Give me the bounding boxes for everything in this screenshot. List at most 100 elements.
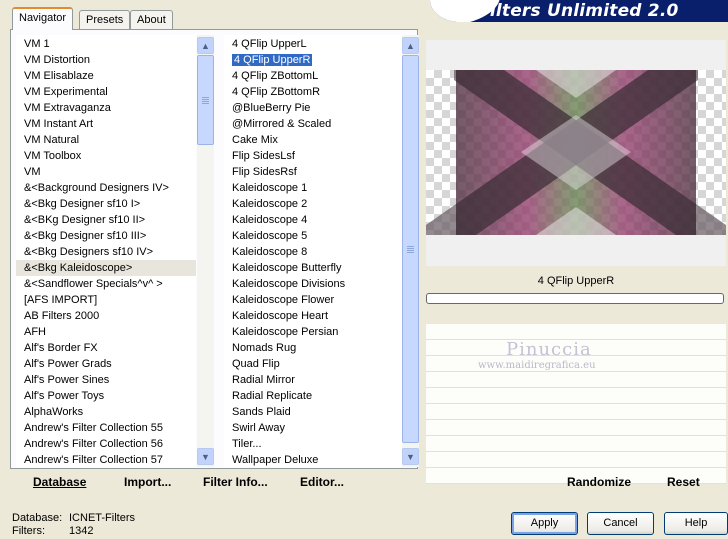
category-item[interactable]: &<Bkg Designers sf10 IV> [16, 244, 196, 260]
category-item-label: AFH [24, 326, 46, 338]
category-item[interactable]: AlphaWorks [16, 404, 196, 420]
filter-item[interactable]: 4 QFlip ZBottomL [224, 68, 402, 84]
filter-item[interactable]: Radial Mirror [224, 372, 402, 388]
filter-info-button[interactable]: Filter Info... [203, 475, 268, 489]
filter-item[interactable]: Cake Mix [224, 132, 402, 148]
category-item[interactable]: &<BKg Designer sf10 II> [16, 212, 196, 228]
filter-item-label: Kaleidoscope Butterfly [232, 262, 342, 274]
category-item-label: [AFS IMPORT] [24, 294, 98, 306]
scroll-down-button[interactable]: ▼ [197, 448, 214, 465]
filter-item[interactable]: Flip SidesLsf [224, 148, 402, 164]
category-item[interactable]: &<Bkg Designer sf10 I> [16, 196, 196, 212]
category-item-label: &<Bkg Kaleidoscope> [24, 262, 133, 274]
filter-item[interactable]: Kaleidoscope 2 [224, 196, 402, 212]
filter-item[interactable]: Sands Plaid [224, 404, 402, 420]
category-item[interactable]: Alf's Power Grads [16, 356, 196, 372]
scroll-down-button[interactable]: ▼ [402, 448, 419, 465]
parameter-slot [426, 372, 726, 388]
filter-item[interactable]: Radial Replicate [224, 388, 402, 404]
scroll-thumb[interactable] [197, 55, 214, 145]
category-item[interactable]: Alf's Power Sines [16, 372, 196, 388]
filter-item[interactable]: Tiler... [224, 436, 402, 452]
filter-list[interactable]: 4 QFlip UpperL 4 QFlip UpperR 4 QFlip ZBot… [224, 35, 402, 467]
category-item-label: VM [24, 166, 41, 178]
filter-item[interactable]: Quad Flip [224, 356, 402, 372]
filter-item[interactable]: Kaleidoscope Flower [224, 292, 402, 308]
category-item[interactable]: VM Elisablaze [16, 68, 196, 84]
filter-item[interactable]: @BlueBerry Pie [224, 100, 402, 116]
filter-item-label: Kaleidoscope Divisions [232, 278, 346, 290]
filter-item-label: Wallpaper Deluxe [232, 454, 319, 466]
filter-scrollbar[interactable]: ▲ ▼ [402, 35, 419, 467]
category-item-label: VM Experimental [24, 86, 108, 98]
filter-item[interactable]: Kaleidoscope 5 [224, 228, 402, 244]
category-item[interactable]: &<Background Designers IV> [16, 180, 196, 196]
category-item[interactable]: VM Experimental [16, 84, 196, 100]
filter-item[interactable]: Kaleidoscope Persian [224, 324, 402, 340]
filter-item[interactable]: Kaleidoscope 4 [224, 212, 402, 228]
filter-item[interactable]: Kaleidoscope Butterfly [224, 260, 402, 276]
filter-item[interactable]: Nomads Rug [224, 340, 402, 356]
filters-count-value: 1342 [69, 525, 94, 537]
category-scrollbar[interactable]: ▲ ▼ [197, 35, 214, 467]
filter-item[interactable]: 4 QFlip UpperL [224, 36, 402, 52]
filter-item-label: Kaleidoscope 2 [232, 198, 308, 210]
parameter-slot [426, 324, 726, 340]
category-list[interactable]: VM 1 VM Distortion VM Elisablaze VM Experim… [16, 35, 196, 467]
category-item[interactable]: VM Extravaganza [16, 100, 196, 116]
scroll-up-button[interactable]: ▲ [402, 37, 419, 54]
chevron-down-icon: ▼ [201, 451, 210, 462]
category-item[interactable]: Andrew's Filter Collection 57 [16, 452, 196, 467]
category-item[interactable]: VM Distortion [16, 52, 196, 68]
help-button[interactable]: Help [664, 512, 728, 535]
watermark-url: www.maidiregrafica.eu [478, 360, 596, 371]
filter-item[interactable]: Kaleidoscope Divisions [224, 276, 402, 292]
filter-item[interactable]: Flip SidesRsf [224, 164, 402, 180]
tab-about[interactable]: About [130, 10, 173, 30]
apply-button[interactable]: Apply [511, 512, 578, 535]
chevron-up-icon: ▲ [201, 40, 210, 51]
chevron-down-icon: ▼ [406, 451, 415, 462]
filter-item[interactable]: Kaleidoscope Heart [224, 308, 402, 324]
category-item-label: Alf's Power Grads [24, 358, 112, 370]
filters-count-label: Filters: [12, 525, 45, 537]
filter-item[interactable]: Kaleidoscope 1 [224, 180, 402, 196]
tab-presets[interactable]: Presets [79, 10, 131, 30]
category-item[interactable]: &<Bkg Kaleidoscope> [16, 260, 196, 276]
category-item[interactable]: AFH [16, 324, 196, 340]
category-item[interactable]: Andrew's Filter Collection 56 [16, 436, 196, 452]
tab-navigator[interactable]: Navigator [12, 7, 74, 30]
category-item[interactable]: &<Sandflower Specials^v^ > [16, 276, 196, 292]
category-item[interactable]: &<Bkg Designer sf10 III> [16, 228, 196, 244]
preview-pattern [426, 70, 726, 235]
database-value: ICNET-Filters [69, 512, 135, 524]
scroll-up-button[interactable]: ▲ [197, 37, 214, 54]
database-button[interactable]: Database [33, 475, 86, 489]
reset-button[interactable]: Reset [667, 475, 700, 489]
import-button[interactable]: Import... [124, 475, 171, 489]
filter-item[interactable]: 4 QFlip UpperR [224, 52, 402, 68]
category-item[interactable]: VM Natural [16, 132, 196, 148]
category-item[interactable]: VM 1 [16, 36, 196, 52]
progress-bar [426, 293, 724, 304]
filter-item[interactable]: Wallpaper Deluxe [224, 452, 402, 467]
category-item[interactable]: Alf's Border FX [16, 340, 196, 356]
category-item[interactable]: AB Filters 2000 [16, 308, 196, 324]
scroll-thumb[interactable] [402, 55, 419, 443]
editor-button[interactable]: Editor... [300, 475, 344, 489]
randomize-button[interactable]: Randomize [567, 475, 631, 489]
preview-image[interactable] [426, 70, 726, 235]
category-item-label: &<Sandflower Specials^v^ > [24, 278, 163, 290]
cancel-button[interactable]: Cancel [587, 512, 654, 535]
filter-item[interactable]: Swirl Away [224, 420, 402, 436]
category-item[interactable]: [AFS IMPORT] [16, 292, 196, 308]
filter-item[interactable]: 4 QFlip ZBottomR [224, 84, 402, 100]
category-item[interactable]: Alf's Power Toys [16, 388, 196, 404]
category-item[interactable]: Andrew's Filter Collection 55 [16, 420, 196, 436]
filter-item[interactable]: @Mirrored & Scaled [224, 116, 402, 132]
filter-item[interactable]: Kaleidoscope 8 [224, 244, 402, 260]
category-item[interactable]: VM [16, 164, 196, 180]
category-item[interactable]: VM Toolbox [16, 148, 196, 164]
category-item[interactable]: VM Instant Art [16, 116, 196, 132]
list-toolbar: Database Import... Filter Info... Editor… [16, 470, 418, 494]
